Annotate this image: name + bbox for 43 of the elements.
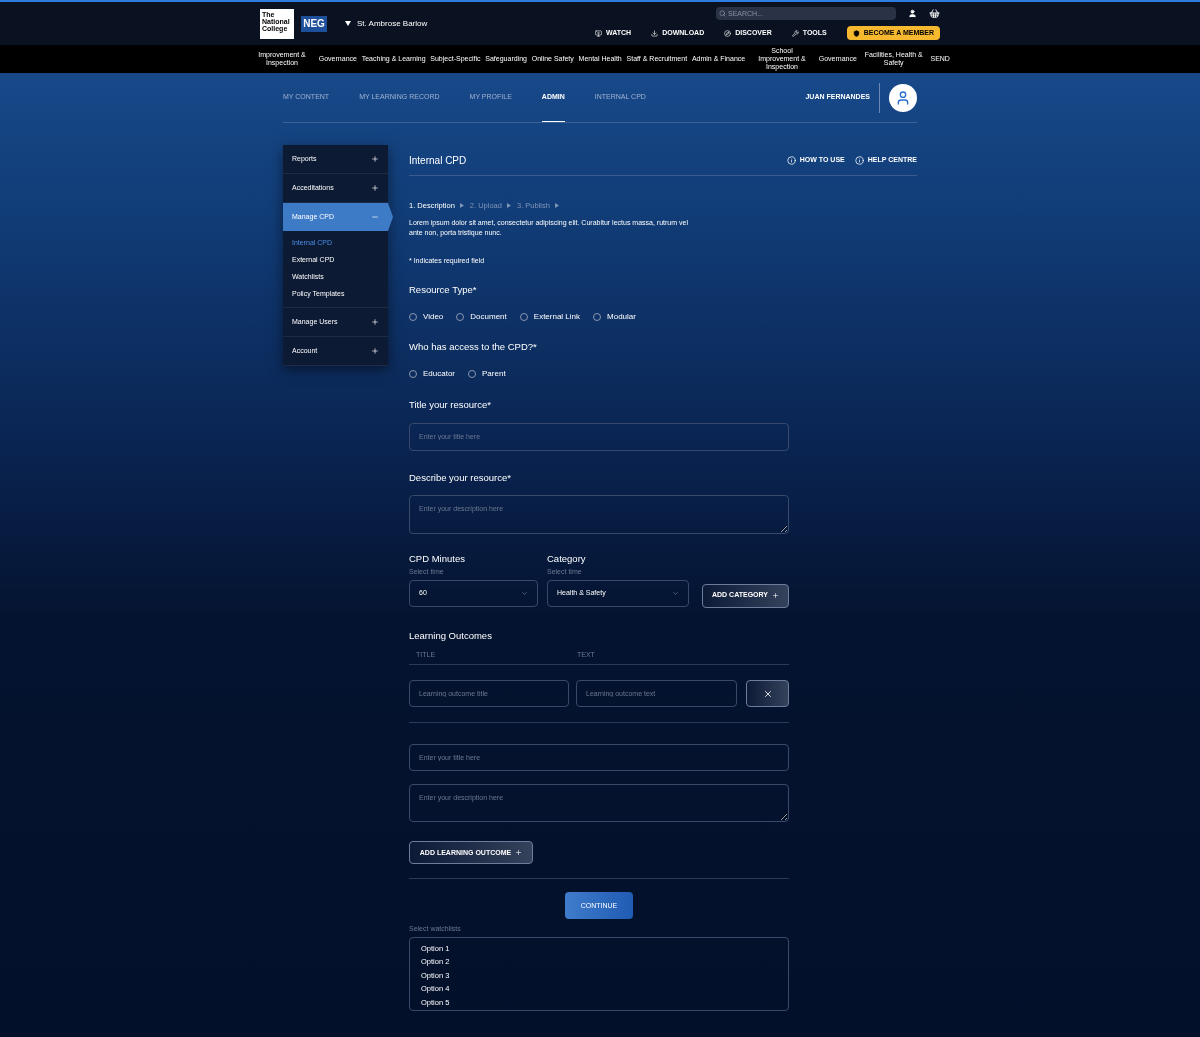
basket-icon[interactable] [929, 8, 940, 19]
field-label: Title your resource* [409, 398, 492, 413]
pointer-arrow [388, 203, 393, 231]
plus-icon [371, 318, 379, 326]
chevron-down-icon [521, 589, 528, 597]
radio-option[interactable]: Document [456, 311, 507, 323]
field-label: Category [547, 551, 587, 566]
minus-icon [371, 213, 379, 221]
plus-icon [772, 592, 779, 599]
triangle-icon [459, 203, 464, 209]
radio-option[interactable]: Educator [409, 368, 456, 381]
discover-icon [724, 29, 732, 37]
school-selector[interactable]: St. Ambrose Barlow [345, 17, 428, 30]
chevron-down-icon [672, 589, 679, 597]
radio-option[interactable]: Parent [468, 368, 506, 381]
user-icon[interactable] [908, 9, 917, 18]
shield-icon [852, 29, 860, 37]
avatar-icon[interactable] [889, 83, 917, 112]
triangle-icon [554, 203, 559, 209]
section-label: Who has access to the CPD?* [409, 340, 538, 354]
radio-option[interactable]: Video [409, 311, 444, 323]
radio-option[interactable]: External Link [519, 311, 581, 323]
search-icon [719, 10, 726, 17]
caret-icon [345, 21, 351, 26]
info-icon [786, 155, 796, 165]
page-title: Internal CPD [409, 153, 467, 168]
plus-icon [371, 184, 379, 192]
section-label: Learning Outcomes [409, 628, 493, 643]
radio-option[interactable]: Modular [593, 311, 636, 323]
brand-logo[interactable]: NEG [301, 15, 327, 32]
section-label: Resource Type* [409, 282, 478, 297]
field-label: Describe your resource* [409, 470, 512, 485]
download-icon [651, 29, 659, 37]
plus-icon [515, 849, 523, 857]
plus-icon [371, 347, 379, 355]
tools-icon [791, 29, 799, 37]
close-button[interactable] [746, 680, 789, 708]
plus-icon [371, 155, 379, 163]
watch-icon [595, 29, 603, 37]
field-label: CPD Minutes [409, 551, 466, 566]
triangle-icon [506, 203, 511, 209]
close-icon [762, 688, 773, 699]
info-icon [854, 155, 864, 165]
